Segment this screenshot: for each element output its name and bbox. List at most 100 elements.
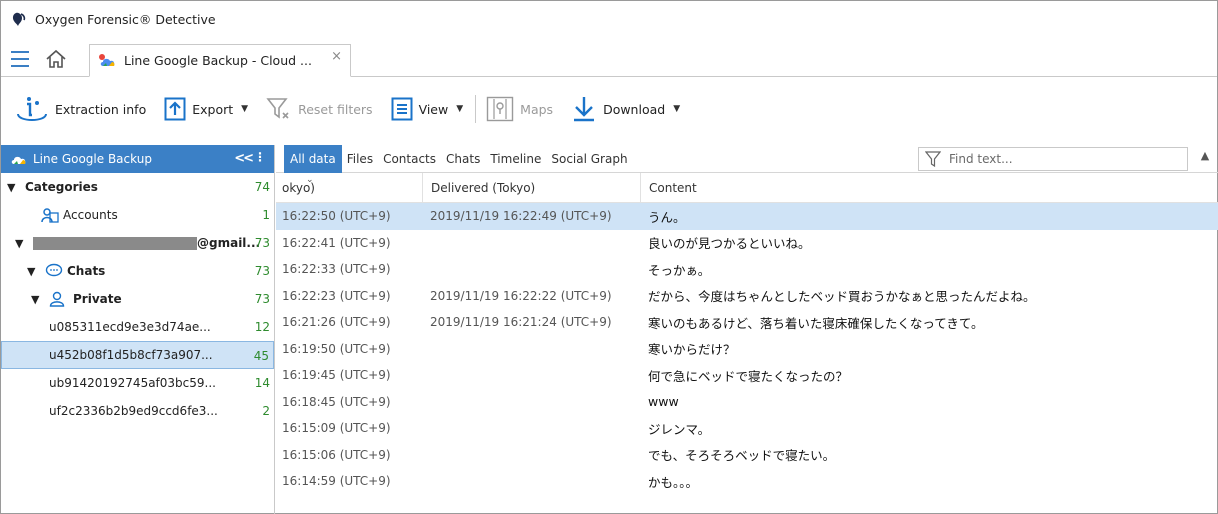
tree-item-chat-u452b08[interactable]: u452b08f1d5b8cf73a907... 45 [1,341,274,369]
cell-time: 16:18:45 (UTC+9) [282,394,391,409]
chevron-down-icon[interactable]: ▼ [15,237,29,250]
tree-item-label: Categories [25,180,98,194]
redacted-account-name [33,236,197,250]
cell-delivered [422,415,640,442]
tab-all-data[interactable]: All data [284,144,342,173]
tree-item-count: 1 [262,208,270,222]
tab-line-google-backup[interactable]: Line Google Backup - Cloud ... × [89,44,351,77]
tree-item-gmail-account[interactable]: ▼ @gmail... 73 [1,229,274,257]
cell-content: でも、そろそろベッドで寝たい。 [648,448,836,464]
cell-content: そっかぁ。 [648,262,711,278]
view-label: View [418,101,449,117]
data-tabs: All data Files Contacts Chats Timeline S… [276,144,1218,173]
tree-item-label: uf2c2336b2b9ed9ccd6fe3... [49,404,218,418]
table-row[interactable]: 16:15:09 (UTC+9) ジレンマ。 [276,415,1218,442]
reset-filters-button[interactable]: Reset filters [266,97,373,121]
app-window: Oxygen Forensic® Detective Line Google B… [0,0,1218,514]
cell-content: 寒いのもあるけど、落ち着いた寝床確保したくなってきて。 [648,315,984,331]
tab-chats[interactable]: Chats [441,145,485,173]
tree-item-chat-ub91420[interactable]: ub91420192745af03bc59... 14 [1,369,274,397]
collapse-icon[interactable]: << [234,151,254,166]
table-row[interactable]: 16:15:06 (UTC+9) でも、そろそろベッドで寝たい。 [276,442,1218,469]
cell-time: 16:14:59 (UTC+9) [282,474,391,489]
chevron-down-icon[interactable]: ▼ [31,293,45,306]
menu-icon[interactable] [11,51,29,67]
cell-content: かも。。。 [648,474,699,490]
chevron-down-icon[interactable]: ▼ [27,265,41,278]
table-row[interactable]: 16:19:45 (UTC+9) 何で急にベッドで寝たくなったの？ [276,362,1218,389]
tree-item-label: Accounts [63,208,118,222]
column-header-content[interactable]: Content [640,173,1218,202]
tab-timeline[interactable]: Timeline [485,145,546,173]
person-icon [49,291,65,307]
cell-delivered [422,468,640,495]
chevron-down-icon[interactable]: ▼ [7,181,21,194]
tree-item-count: 73 [254,264,270,278]
column-header-delivered[interactable]: Delivered (Tokyo) [422,173,640,202]
chevron-down-icon[interactable]: ▼ [673,104,680,114]
map-icon [486,96,514,122]
search-placeholder: Find text... [949,152,1013,166]
more-options-icon[interactable]: ⋮ [254,150,266,164]
table-row[interactable]: 16:21:26 (UTC+9) 2019/11/19 16:21:24 (UTC… [276,309,1218,336]
tree-item-categories[interactable]: ▼ Categories 74 [1,173,274,201]
cell-content: 何で急にベッドで寝たくなったの？ [648,368,849,384]
sidebar-header: Line Google Backup << ⋮ [1,145,274,173]
table-row[interactable]: 16:22:41 (UTC+9) 良いのが見つかるといいね。 [276,230,1218,257]
cell-content: 寒いからだけ？ [648,342,736,358]
search-input[interactable]: Find text... [918,147,1188,171]
grid-body: 16:22:50 (UTC+9) 2019/11/19 16:22:49 (UTC… [276,203,1218,495]
data-grid: ⌄ okyo) Delivered (Tokyo) Content 16:22:… [276,173,1218,495]
tree-item-accounts[interactable]: Accounts 1 [1,201,274,229]
cell-delivered: 2019/11/19 16:22:22 (UTC+9) [430,288,612,303]
table-row[interactable]: 16:22:33 (UTC+9) そっかぁ。 [276,256,1218,283]
chevron-down-icon[interactable]: ▼ [456,104,463,114]
chevron-down-icon[interactable]: ▼ [241,104,248,114]
download-button[interactable]: Download ▼ [571,95,680,123]
tree-item-count: 45 [253,349,269,363]
tab-files[interactable]: Files [342,145,378,173]
cloud-backup-icon [99,53,115,66]
tree-item-chats[interactable]: ▼ Chats 73 [1,257,274,285]
tab-social-graph[interactable]: Social Graph [546,145,632,173]
grid-header: ⌄ okyo) Delivered (Tokyo) Content [276,173,1218,203]
maps-button[interactable]: Maps [486,96,553,122]
cell-time: 16:21:26 (UTC+9) [282,315,391,330]
table-row[interactable]: 16:18:45 (UTC+9) www [276,389,1218,416]
cell-time: 16:22:50 (UTC+9) [282,209,391,224]
cell-delivered [422,230,640,257]
table-row[interactable]: 16:22:50 (UTC+9) 2019/11/19 16:22:49 (UTC… [276,203,1218,230]
table-row[interactable]: 16:14:59 (UTC+9) かも。。。 [276,468,1218,495]
tab-contacts[interactable]: Contacts [378,145,441,173]
title-bar: Oxygen Forensic® Detective [1,1,1217,37]
cell-content: www [648,394,679,410]
content-panel: All data Files Contacts Chats Timeline S… [276,144,1218,514]
download-icon [574,97,595,122]
cell-content: だから、今度はちゃんとしたベッド買おうかなぁと思ったんだよね。 [648,289,1036,305]
filter-icon [925,151,941,167]
tree-item-chat-uf2c2336[interactable]: uf2c2336b2b9ed9ccd6fe3... 2 [1,397,274,425]
tree-item-count: 74 [254,180,270,194]
column-header-time[interactable]: ⌄ okyo) [276,175,422,195]
cell-delivered: 2019/11/19 16:22:49 (UTC+9) [430,209,612,224]
reset-filters-label: Reset filters [298,101,373,117]
tree-item-chat-u085311[interactable]: u085311ecd9e3e3d74ae... 12 [1,313,274,341]
cell-time: 16:22:41 (UTC+9) [282,235,391,250]
app-title: Oxygen Forensic® Detective [35,11,216,27]
tree-item-count: 73 [254,236,270,250]
export-button[interactable]: Export ▼ [164,97,248,121]
tree-item-count: 2 [262,404,270,418]
tree-item-count: 14 [254,376,270,390]
extraction-info-button[interactable]: Extraction info [15,96,146,122]
view-button[interactable]: View ▼ [391,97,463,121]
table-row[interactable]: 16:22:23 (UTC+9) 2019/11/19 16:22:22 (UTC… [276,283,1218,310]
home-icon[interactable] [45,49,67,69]
chat-bubble-icon [45,263,63,277]
oxygen-logo-icon [12,12,26,26]
tree-item-count: 12 [254,320,270,334]
tree-item-private[interactable]: ▼ Private 73 [1,285,274,313]
accounts-icon [41,208,59,223]
chevron-up-icon[interactable]: ▲ [1196,149,1214,169]
close-icon[interactable]: × [331,49,342,64]
table-row[interactable]: 16:19:50 (UTC+9) 寒いからだけ？ [276,336,1218,363]
